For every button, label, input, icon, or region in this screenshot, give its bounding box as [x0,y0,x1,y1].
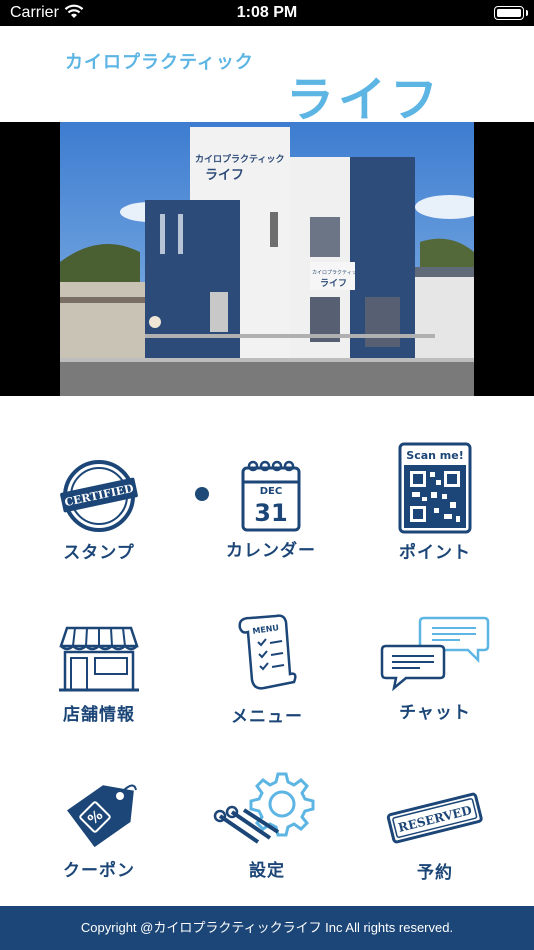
shop-icon [59,626,139,692]
clock-label: 1:08 PM [236,4,298,21]
calendar-month-text: DEC [260,486,282,497]
calendar-day-text: 31 [254,499,287,527]
copyright-text: Copyright @カイロプラクティックライフ Inc All rights … [80,920,454,935]
calendar-label: カレンダー [226,541,316,561]
battery-icon [494,6,528,20]
menu-scroll-icon: MENU [238,614,297,690]
app-header: カイロプラクティック ライフ [0,26,534,128]
svg-text:カイロプラクティック: カイロプラクティック [312,270,362,276]
shop-building-photo: カイロプラクティック ライフ カイロプラクティック ライフ [60,122,474,396]
footer-bar: Copyright @カイロプラクティックライフ Inc All rights … [0,906,534,950]
point-label: ポイント [399,543,471,563]
menu-point[interactable]: Scan me! ポイント [346,442,524,612]
calendar-icon: DEC 31 [241,460,301,532]
coupon-label: クーポン [63,861,135,881]
settings-label: 設定 [249,861,285,881]
chat-bubbles-icon [380,616,490,692]
point-scan-text: Scan me! [406,449,463,462]
shop-info-label: 店舗情報 [63,705,135,725]
banner-carousel[interactable]: カイロプラクティック ライフ カイロプラクティック ライフ [0,122,534,501]
menu-chat[interactable]: チャット [346,612,524,782]
status-bar: Carrier 1:08 PM [0,0,534,26]
reserve-label: 予約 [417,863,453,883]
certified-stamp-icon: CERTIFIED [60,460,138,532]
sign-top-text: カイロプラクティック [195,153,284,165]
menu-stamp[interactable]: CERTIFIED スタンプ [10,446,188,616]
header-subtitle: カイロプラクティック [65,52,254,73]
svg-text:ライフ: ライフ [320,278,347,289]
menu-menu[interactable]: MENU メニュー [178,610,356,780]
menu-label: メニュー [231,707,303,727]
coupon-tag-icon: % [67,784,137,848]
menu-calendar[interactable]: DEC 31 カレンダー [182,446,360,616]
menu-grid: CERTIFIED スタンプ DEC 31 カレンダー Scan me! ポイン… [0,396,534,906]
header-title: ライフ [286,72,443,128]
chat-label: チャット [399,703,471,723]
sign-name-text: ライフ [205,168,244,183]
stamp-label: スタンプ [63,543,135,563]
settings-gear-icon [213,772,315,844]
reserved-stamp-icon: RESERVED [386,792,483,844]
menu-shop-info[interactable]: 店舗情報 [10,614,188,784]
qr-code-icon: Scan me! [398,442,472,534]
